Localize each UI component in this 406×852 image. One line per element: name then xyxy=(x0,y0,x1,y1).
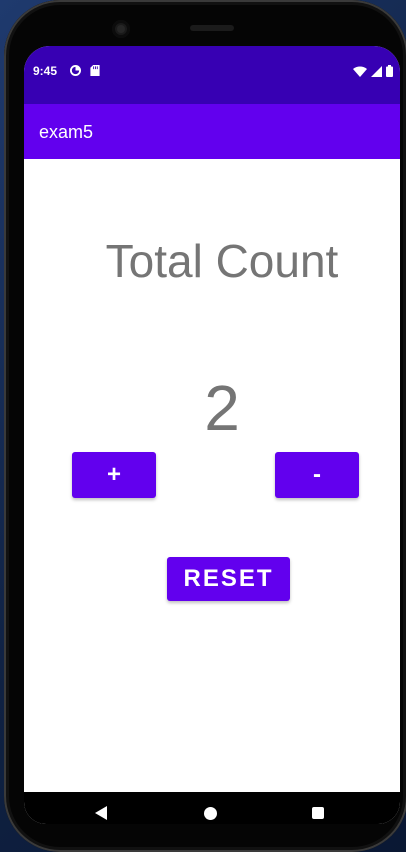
back-icon[interactable] xyxy=(95,806,107,820)
sd-card-icon xyxy=(90,65,100,76)
status-icons-right xyxy=(353,65,393,77)
data-saver-icon xyxy=(70,65,81,76)
front-camera xyxy=(112,20,130,38)
decrement-button[interactable]: - xyxy=(275,452,359,498)
total-count-label: Total Count xyxy=(105,235,339,287)
cell-signal-icon xyxy=(371,65,382,77)
navigation-bar xyxy=(24,792,400,824)
recent-apps-icon[interactable] xyxy=(312,807,324,819)
count-value: 2 xyxy=(204,372,240,444)
screen: 9:45 exam5 Total Count 2 + - RESET xyxy=(24,46,400,824)
earpiece-speaker xyxy=(190,25,234,31)
app-title: exam5 xyxy=(39,122,94,142)
home-icon[interactable] xyxy=(204,807,217,820)
status-bar: 9:45 xyxy=(24,46,400,104)
phone-frame: 9:45 exam5 Total Count 2 + - RESET xyxy=(4,0,406,852)
increment-button[interactable]: + xyxy=(72,452,156,498)
battery-icon xyxy=(386,65,393,77)
wifi-icon xyxy=(353,65,367,77)
status-time: 9:45 xyxy=(33,64,58,78)
reset-button[interactable]: RESET xyxy=(167,557,290,601)
app-bar: exam5 xyxy=(24,104,400,159)
